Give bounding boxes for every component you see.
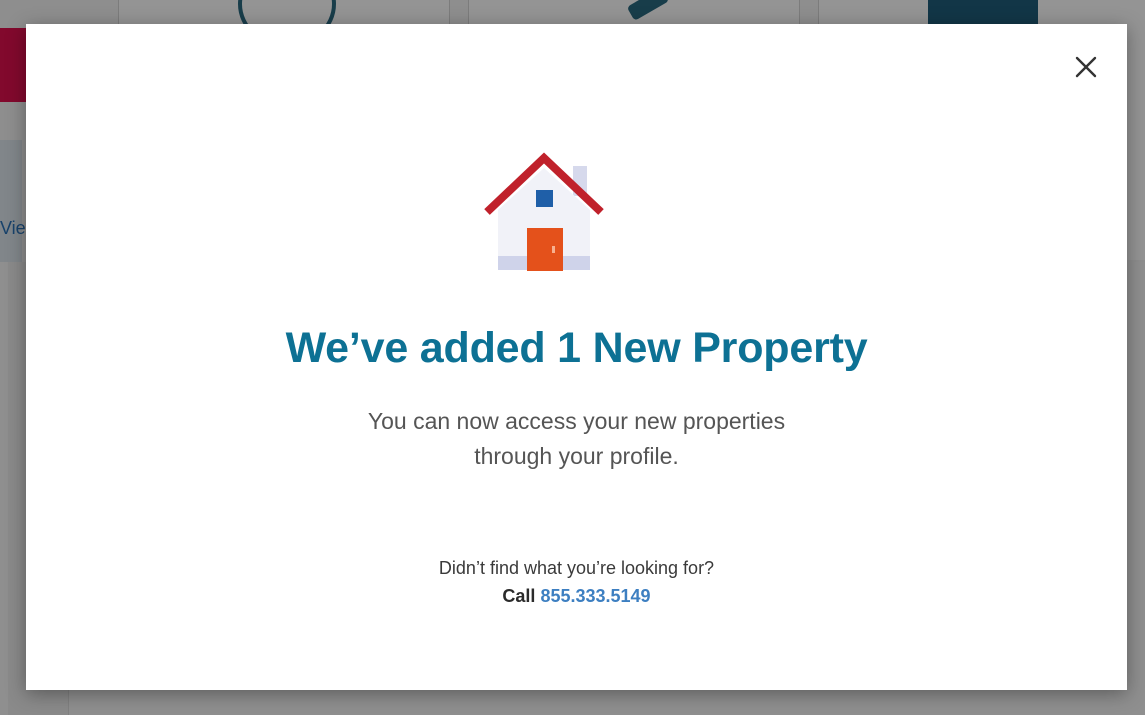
dialog-message-line: You can now access your new properties xyxy=(367,408,786,434)
new-property-dialog: We’ve added 1 New Property You can now a… xyxy=(26,24,1127,690)
close-icon xyxy=(1075,56,1097,78)
help-section: Didn’t find what you’re looking for? Cal… xyxy=(26,554,1127,610)
help-question: Didn’t find what you’re looking for? xyxy=(438,558,715,578)
call-label: Call xyxy=(502,586,536,606)
dialog-message-line: through your profile. xyxy=(474,443,679,469)
call-line: Call 855.333.5149 xyxy=(26,582,1127,610)
close-button[interactable] xyxy=(1071,52,1101,82)
house-icon xyxy=(481,150,611,280)
dialog-message: You can now access your new properties t… xyxy=(26,404,1127,474)
phone-link[interactable]: 855.333.5149 xyxy=(540,586,650,606)
dialog-title: We’ve added 1 New Property xyxy=(285,324,868,372)
